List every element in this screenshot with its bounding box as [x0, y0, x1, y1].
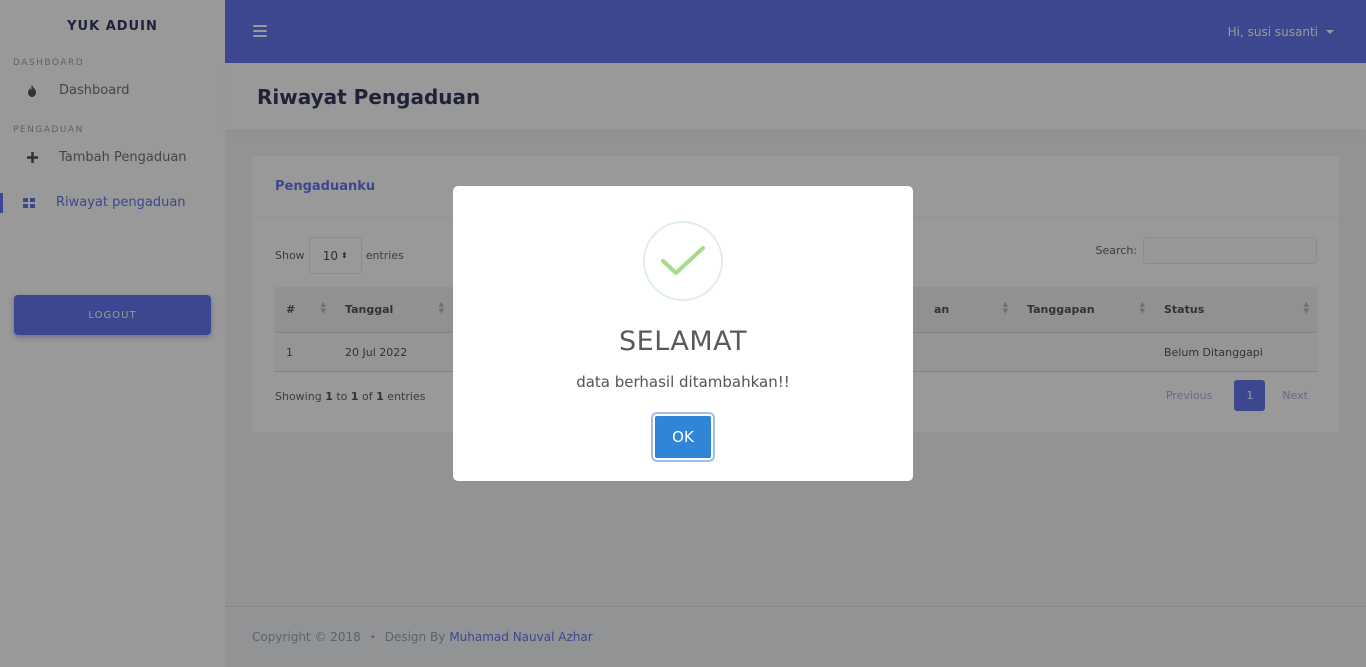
ok-button[interactable]: OK	[653, 414, 713, 460]
dialog-message: data berhasil ditambahkan!!	[576, 373, 790, 391]
dialog-title: SELAMAT	[619, 326, 747, 357]
success-dialog: SELAMAT data berhasil ditambahkan!! OK	[453, 186, 913, 481]
success-check-icon	[643, 221, 723, 301]
